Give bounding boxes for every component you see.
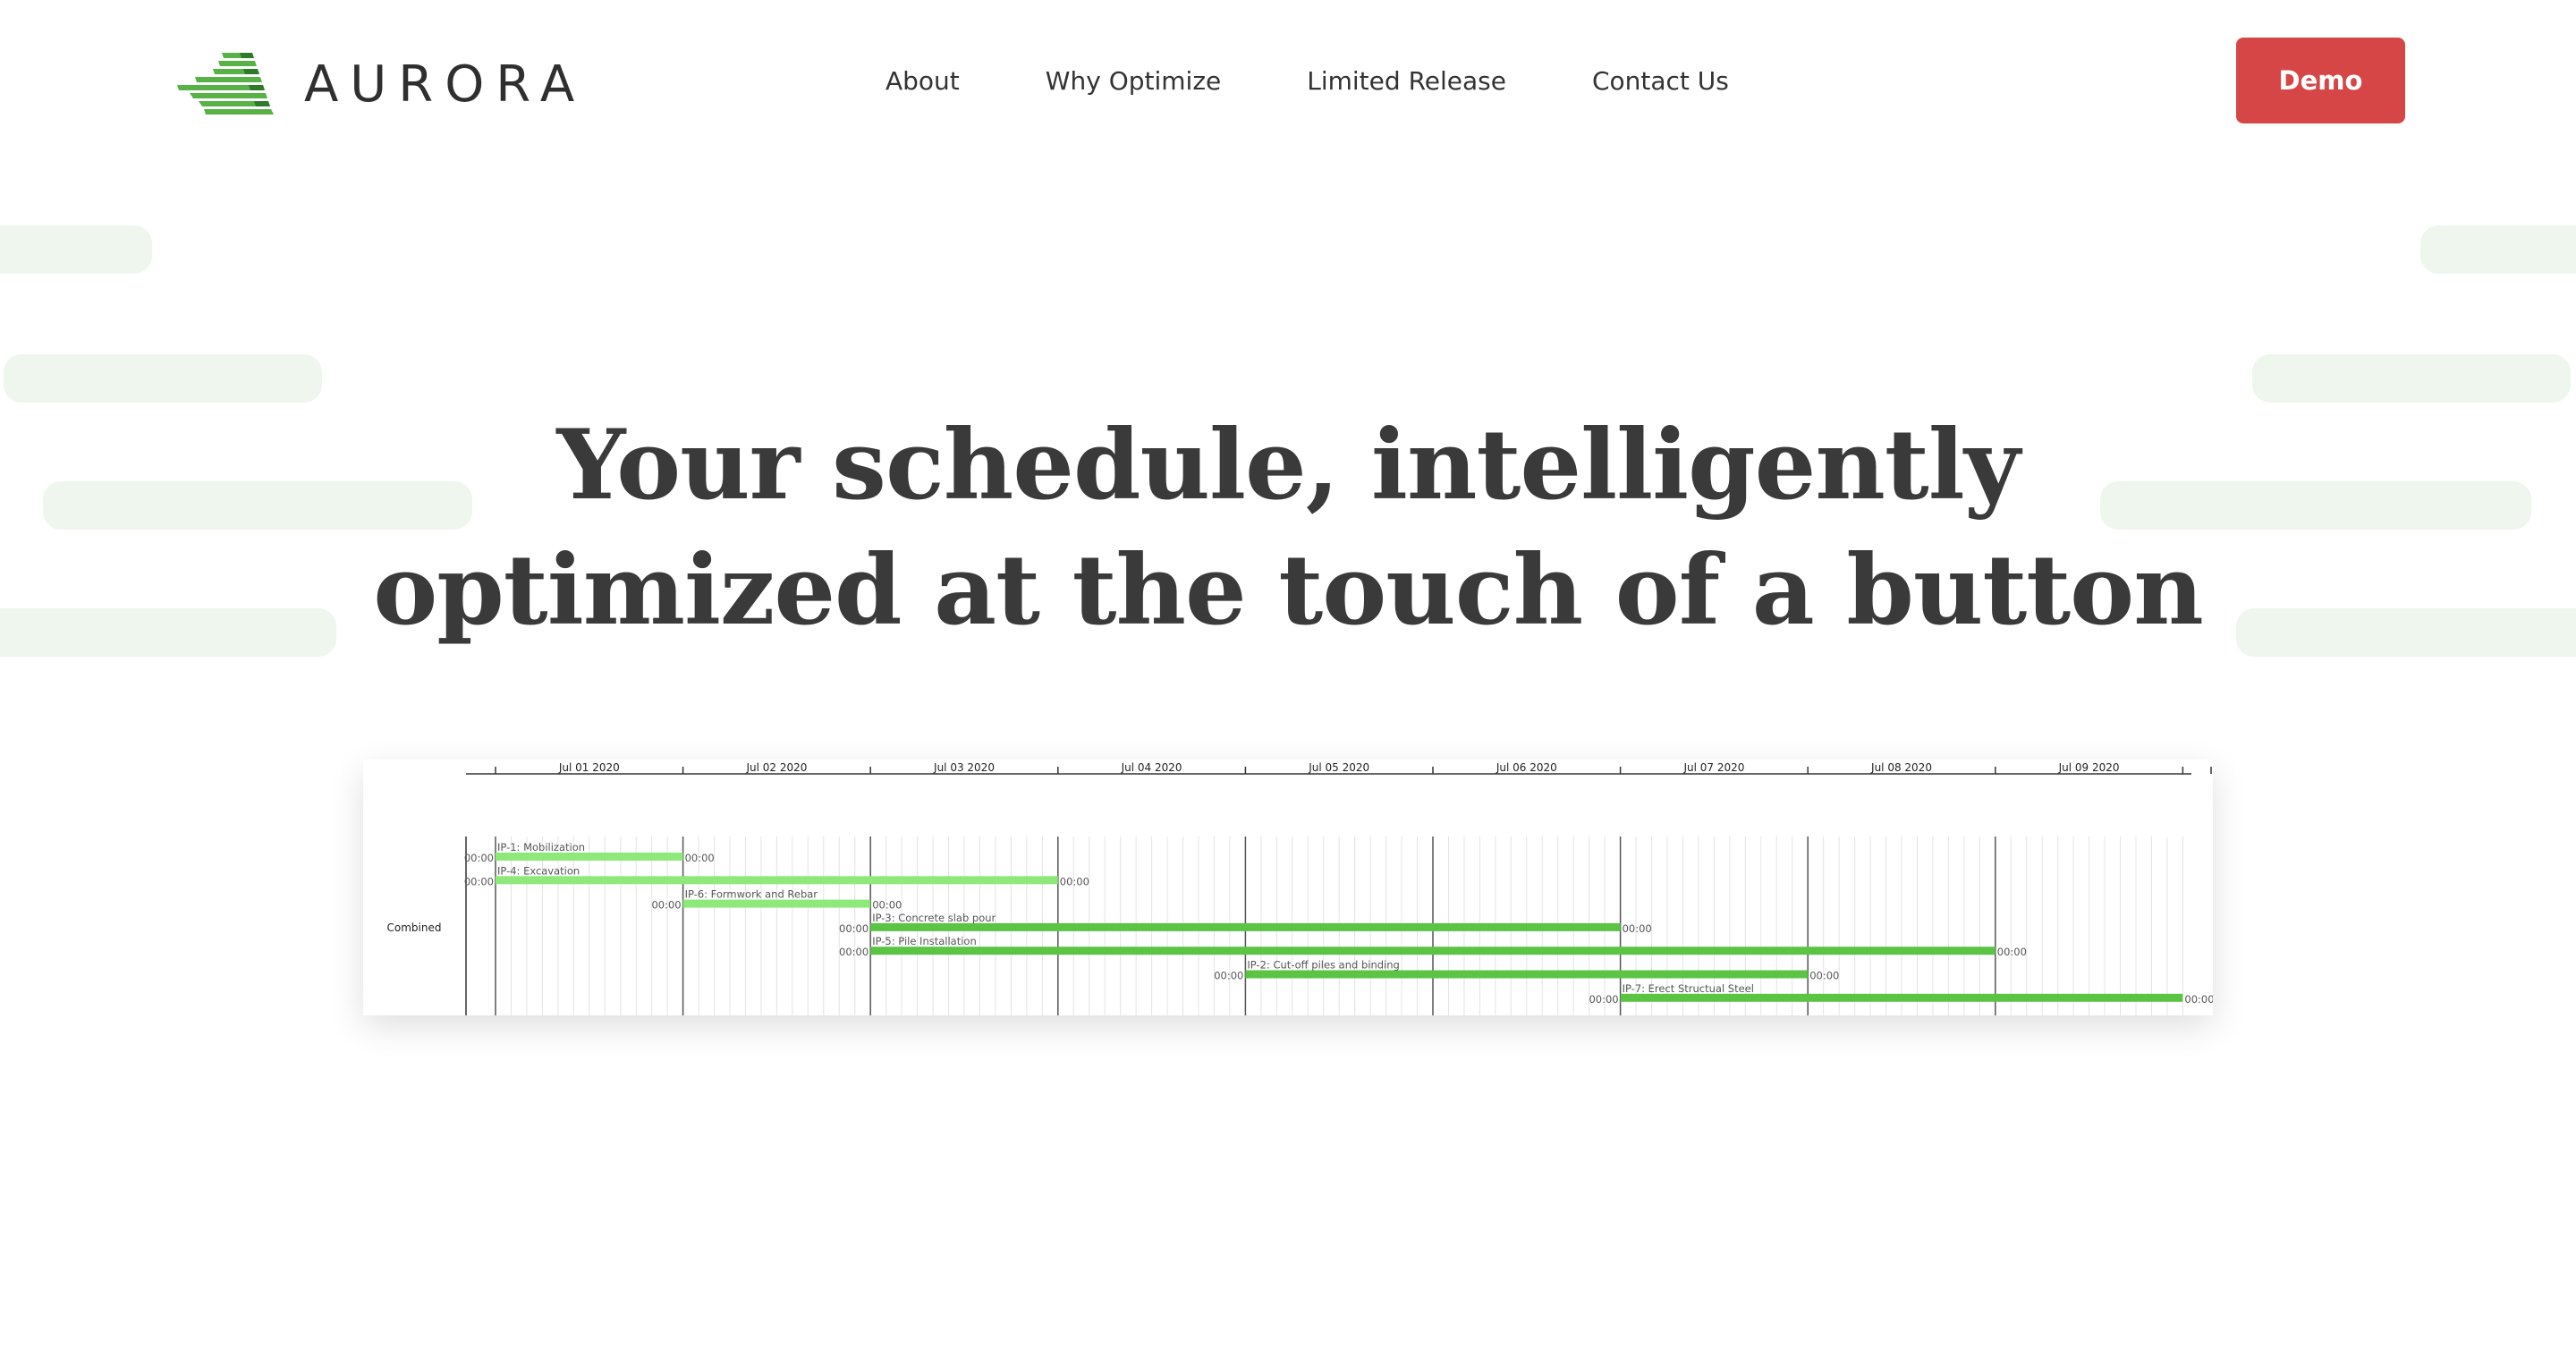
- gantt-date-label: Jul 09 2020: [2058, 761, 2120, 774]
- gantt-task-bar: [496, 876, 1058, 885]
- decor-pill: [0, 225, 152, 274]
- gantt-date-label: Jul 05 2020: [1308, 761, 1369, 774]
- brand-logo[interactable]: AURORA: [177, 50, 586, 118]
- gantt-date-label: Jul 06 2020: [1496, 761, 1557, 774]
- gantt-start-time: 00:00: [464, 875, 494, 887]
- main-nav: About Why Optimize Limited Release Conta…: [886, 63, 1815, 98]
- gantt-task-bar: [870, 947, 1996, 955]
- gantt-date-label: Jul 03 2020: [933, 761, 995, 774]
- gantt-start-time: 00:00: [464, 852, 494, 864]
- nav-link-about[interactable]: About: [886, 66, 960, 96]
- gantt-task-label: IP-4: Excavation: [497, 864, 580, 877]
- gantt-start-time: 00:00: [1214, 970, 1243, 982]
- gantt-date-label: Jul 02 2020: [745, 761, 807, 774]
- gantt-end-time: 00:00: [1623, 922, 1652, 935]
- gantt-row-label: Combined: [387, 921, 442, 934]
- gantt-start-time: 00:00: [651, 899, 681, 912]
- gantt-task-bar: [496, 853, 683, 861]
- hero-line-2: optimized at the touch of a button: [373, 534, 2203, 647]
- gantt-task-label: IP-3: Concrete slab pour: [872, 912, 996, 924]
- page: AURORA About Why Optimize Limited Releas…: [0, 0, 2576, 1367]
- gantt-start-time: 00:00: [839, 922, 869, 935]
- gantt-chart: Jul 01 2020 Jul 02 2020 Jul 03 2020 Jul 04 …: [387, 761, 2213, 1015]
- gantt-task-label: IP-7: Erect Structual Steel: [1623, 982, 1754, 995]
- gantt-date-label: Jul 08 2020: [1870, 761, 1932, 774]
- decor-pill: [2252, 354, 2571, 403]
- brand-name: AURORA: [304, 55, 587, 114]
- nav-link-contact-us[interactable]: Contact Us: [1592, 66, 1729, 96]
- gantt-date-label: Jul 04 2020: [1121, 761, 1182, 774]
- gantt-task-label: IP-2: Cut-off piles and binding: [1247, 959, 1399, 972]
- gantt-task-bar: [870, 922, 1621, 931]
- gantt-task-bar: [1245, 970, 1809, 979]
- gantt-end-time: 00:00: [1809, 970, 1839, 982]
- gantt-task-bar: [1620, 993, 2183, 1002]
- gantt-task-label: IP-5: Pile Installation: [872, 935, 977, 947]
- gantt-chart-card: Jul 01 2020 Jul 02 2020 Jul 03 2020 Jul 04 …: [363, 760, 2213, 1015]
- gantt-end-time: 00:00: [1060, 875, 1089, 887]
- gantt-end-time: 00:00: [2184, 993, 2213, 1006]
- gantt-end-time: 00:00: [1997, 946, 2027, 958]
- gantt-start-time: 00:00: [1589, 993, 1618, 1006]
- nav-link-why-optimize[interactable]: Why Optimize: [1046, 66, 1221, 96]
- hero-line-1: Your schedule, intelligently: [556, 409, 2020, 522]
- gantt-date-label: Jul 01 2020: [558, 761, 620, 774]
- gantt-start-time: 00:00: [839, 946, 869, 958]
- hero-heading: Your schedule, intelligently optimized a…: [0, 403, 2576, 653]
- aurora-logo-icon: [177, 53, 274, 115]
- gantt-end-time: 00:00: [685, 852, 715, 864]
- decor-pill: [4, 354, 322, 403]
- gantt-task-label: IP-6: Formwork and Rebar: [685, 888, 818, 901]
- demo-button[interactable]: Demo: [2236, 38, 2405, 123]
- gantt-task-label: IP-1: Mobilization: [497, 841, 585, 853]
- decor-pill: [2420, 225, 2576, 274]
- gantt-date-label: Jul 07 2020: [1682, 761, 1744, 774]
- gantt-task-bar: [682, 899, 871, 908]
- nav-link-limited-release[interactable]: Limited Release: [1307, 66, 1506, 96]
- gantt-end-time: 00:00: [872, 899, 902, 912]
